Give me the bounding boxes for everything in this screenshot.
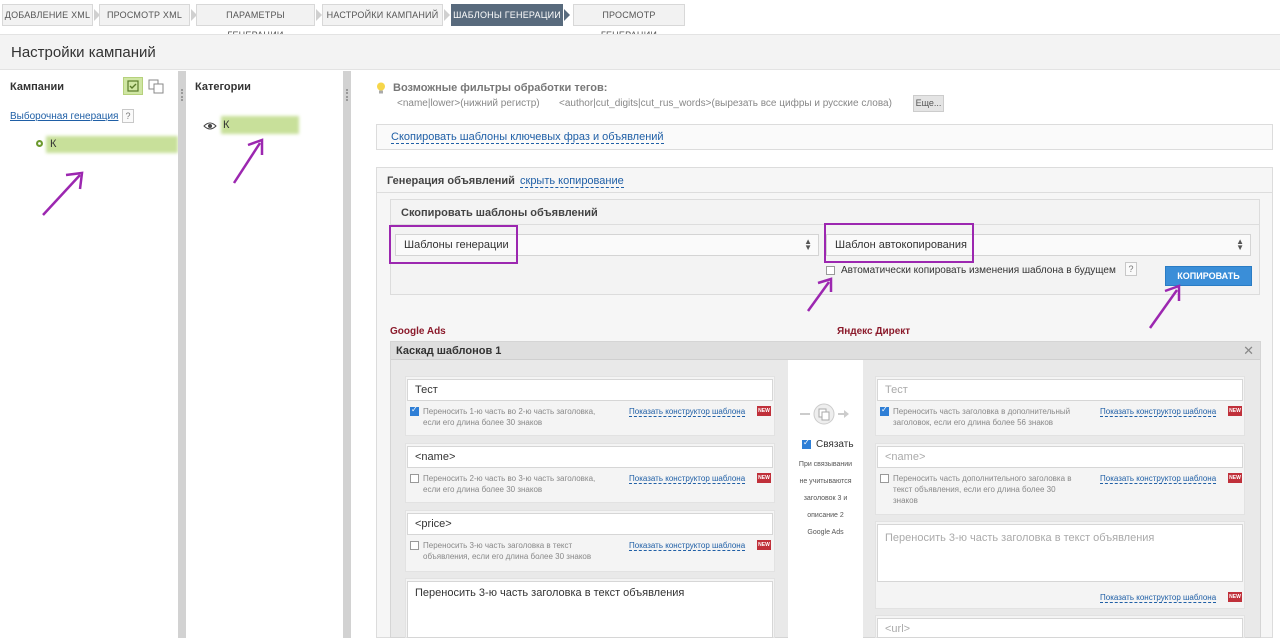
new-badge: NEW [1228,406,1242,416]
selective-generation-link[interactable]: Выборочная генерация [10,111,118,122]
yandex-wrap-2-hint: Переносить часть дополнительного заголов… [893,474,1072,505]
annotation-highlight-box [824,223,974,263]
google-headline-3-input[interactable]: <price> [407,513,773,535]
show-constructor-link[interactable]: Показать конструктор шаблона [1100,593,1217,603]
filter-example-lower: <name|lower>(нижний регистр) [397,98,540,109]
cascade-header: Каскад шаблонов 1 ✕ [391,342,1260,360]
show-constructor-link[interactable]: Показать конструктор шаблона [629,541,746,551]
yandex-direct-label: Яндекс Директ [837,326,911,337]
yandex-headline-1-input[interactable]: Тест [877,379,1243,401]
yandex-url-input[interactable]: <url> [877,618,1243,638]
new-badge: NEW [757,406,771,416]
crumb-view-generation[interactable]: ПРОСМОТР ГЕНЕРАЦИИ [573,4,685,40]
show-constructor-link[interactable]: Показать конструктор шаблона [629,474,746,484]
categories-panel: Категории К [186,71,343,638]
google-description-textarea[interactable]: Переносить 3-ю часть заголовка в текст о… [407,581,773,638]
campaign-item-label: К [50,138,57,150]
divider [376,192,1273,193]
more-filters-button[interactable]: Еще... [913,95,944,112]
google-headline-1-input[interactable]: Тест [407,379,773,401]
page-title: Настройки кампаний [11,44,156,61]
crumb-campaign-settings[interactable]: НАСТРОЙКИ КАМПАНИЙ [322,4,450,26]
link-templates-icon [800,403,849,425]
google-wrap-3-hint: Переносить 3-ю часть заголовка в текст об… [423,541,592,561]
google-wrap-2-hint: Переносить 2-ю часть во 3-ю часть заголо… [423,474,596,494]
crumb-view-xml[interactable]: ПРОСМОТР XML [99,4,197,26]
copy-ads-title: Скопировать шаблоны объявлений [401,207,598,219]
annotation-arrow-icon [232,138,264,184]
google-wrap-1-hint: Переносить 1-ю часть во 2-ю часть заголо… [423,407,596,427]
annotation-arrow-icon [1148,284,1181,329]
help-icon[interactable]: ? [122,109,134,123]
link-note: При связывании не учитываются заголовок … [798,461,853,536]
show-constructor-link[interactable]: Показать конструктор шаблона [1100,407,1217,417]
copy-settings-icon[interactable] [146,77,166,95]
google-ads-label: Google Ads [390,326,446,337]
ads-generation-title: Генерация объявлений [387,175,515,187]
annotation-arrow-icon [42,171,84,216]
annotation-highlight-box [389,225,518,264]
annotation-arrow-icon [806,277,833,312]
page-title-bar: Настройки кампаний [0,34,1280,70]
show-constructor-link[interactable]: Показать конструктор шаблона [1100,474,1217,484]
new-badge: NEW [757,473,771,483]
campaigns-panel: Кампании Выборочная генерация ? К [0,71,178,638]
copy-button[interactable]: КОПИРОВАТЬ [1165,266,1252,286]
campaigns-heading: Кампании [10,81,65,93]
new-badge: NEW [757,540,771,550]
select-arrows-icon: ▲ ▼ [1236,237,1244,252]
filter-example-cut: <author|cut_digits|cut_rus_words>(выреза… [559,98,892,109]
hide-copy-link[interactable]: скрыть копирование [520,175,624,188]
eye-icon[interactable] [203,121,217,131]
google-headline-2-input[interactable]: <name> [407,446,773,468]
google-wrap-3-checkbox[interactable] [410,541,419,550]
campaign-item-highlight[interactable] [46,136,178,153]
auto-copy-label: Автоматически копировать изменения шабло… [841,265,1116,276]
new-badge: NEW [1228,592,1242,602]
google-wrap-1-checkbox[interactable] [410,405,419,416]
link-label: Связать [816,439,854,450]
crumb-add-xml[interactable]: ДОБАВЛЕНИЕ XML [2,4,100,26]
filters-title: Возможные фильтры обработки тегов: [393,82,608,94]
close-icon[interactable]: ✕ [1243,343,1254,359]
cascade-title: Каскад шаблонов 1 [396,345,502,357]
category-item-highlight[interactable] [221,116,299,134]
auto-copy-checkbox[interactable] [826,266,835,275]
categories-heading: Категории [195,81,251,93]
gear-icon [34,138,45,149]
lightbulb-icon [376,82,386,95]
select-all-icon[interactable] [123,77,143,95]
new-badge: NEW [1228,473,1242,483]
splitter-right[interactable] [343,71,351,638]
link-checkbox[interactable] [802,438,811,449]
copy-templates-bar: Скопировать шаблоны ключевых фраз и объя… [376,124,1273,150]
yandex-headline-2-input[interactable]: <name> [877,446,1243,468]
yandex-description-textarea[interactable]: Переносить 3-ю часть заголовка в текст о… [877,524,1243,582]
crumb-generation-templates[interactable]: ШАБЛОНЫ ГЕНЕРАЦИИ [451,4,570,26]
help-icon[interactable]: ? [1125,262,1137,276]
splitter-left[interactable] [178,71,186,638]
show-constructor-link[interactable]: Показать конструктор шаблона [629,407,746,417]
google-wrap-2-checkbox[interactable] [410,474,419,483]
crumb-generation-params[interactable]: ПАРАМЕТРЫ ГЕНЕРАЦИИ [196,4,322,40]
copy-templates-link[interactable]: Скопировать шаблоны ключевых фраз и объя… [391,131,664,144]
select-arrows-icon: ▲ ▼ [804,237,812,252]
yandex-wrap-1-checkbox[interactable] [880,405,889,416]
category-item-label: К [223,119,230,131]
yandex-wrap-2-checkbox[interactable] [880,474,889,483]
breadcrumb: ДОБАВЛЕНИЕ XML ПРОСМОТР XML ПАРАМЕТРЫ ГЕ… [0,0,1280,40]
link-column: Связать При связывании не учитываются за… [788,360,863,638]
yandex-wrap-1-hint: Переносить часть заголовка в дополнитель… [893,407,1071,427]
